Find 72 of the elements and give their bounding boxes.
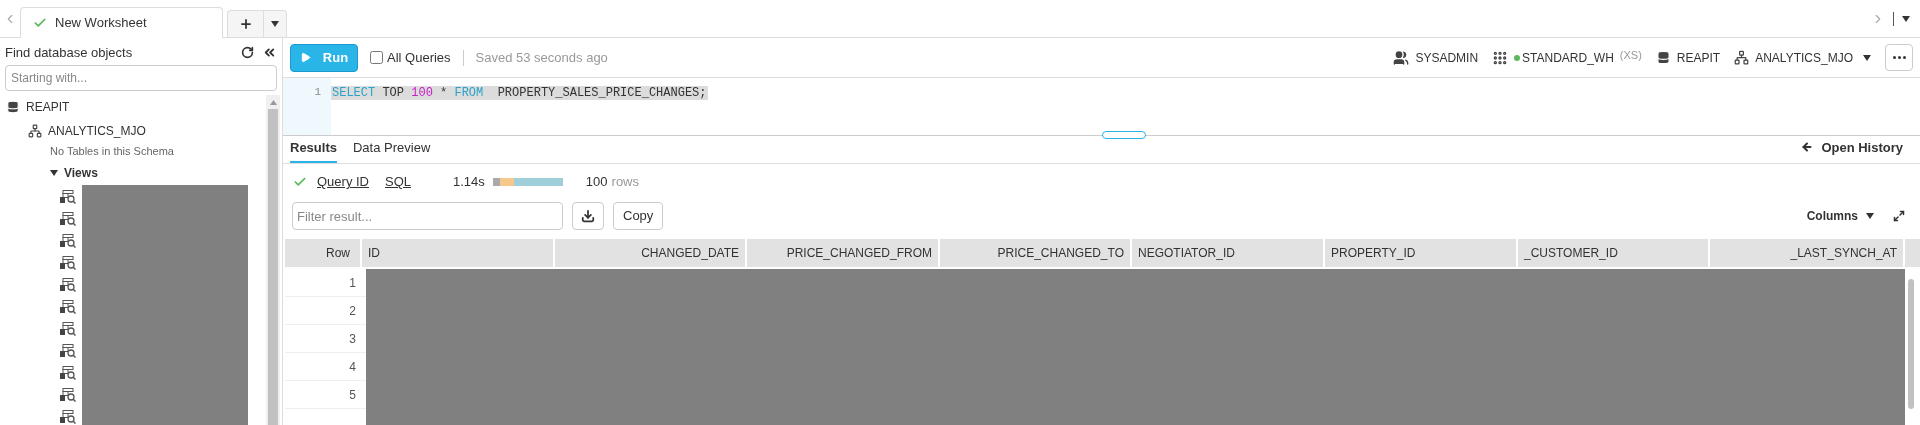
open-history-button[interactable]: Open History xyxy=(1801,137,1903,163)
checkbox-label: All Queries xyxy=(387,48,451,67)
caret-icon xyxy=(1902,16,1910,22)
view-icon xyxy=(60,300,76,314)
view-icon xyxy=(60,366,76,380)
results-tab[interactable]: Data Preview xyxy=(352,137,431,163)
columns-button[interactable]: Columns xyxy=(1806,207,1874,225)
duration: 1.14s xyxy=(453,173,485,192)
column-header[interactable]: CHANGED_DATE xyxy=(555,239,747,267)
arrow-left-icon xyxy=(1801,141,1814,154)
download-icon xyxy=(581,209,595,223)
context-label[interactable]: STANDARD_WH xyxy=(1522,48,1614,67)
timing-bar xyxy=(492,178,563,186)
column-header[interactable]: _LAST_SYNCH_AT xyxy=(1710,239,1905,267)
line-number: 1 xyxy=(314,85,321,100)
refresh-icon[interactable] xyxy=(241,46,254,59)
database-icon xyxy=(1655,50,1671,65)
results-tab[interactable]: Results xyxy=(290,137,337,163)
worksheet-tab[interactable]: New Worksheet xyxy=(20,7,223,38)
tree-item[interactable]: ANALYTICS_MJO xyxy=(48,122,146,140)
tree-item[interactable]: Views xyxy=(64,164,98,182)
scrollbar-thumb[interactable] xyxy=(1908,279,1914,409)
scroll-up-icon[interactable] xyxy=(269,99,277,105)
sql-link[interactable]: SQL xyxy=(385,172,412,192)
tree-item[interactable]: REAPIT xyxy=(26,98,70,116)
column-header: Row xyxy=(285,239,362,267)
view-icon xyxy=(60,278,76,292)
caret-icon xyxy=(1863,54,1871,61)
view-icon xyxy=(60,344,76,358)
scrollbar[interactable] xyxy=(266,95,280,425)
play-icon xyxy=(299,52,311,63)
context-label[interactable]: ANALYTICS_MJO xyxy=(1755,48,1853,67)
view-icon xyxy=(60,256,76,270)
schema-icon xyxy=(28,124,42,138)
resize-handle[interactable] xyxy=(1101,131,1146,139)
view-icon xyxy=(60,234,76,248)
database-icon xyxy=(6,100,20,114)
column-header[interactable]: PROPERTY_ID xyxy=(1325,239,1518,267)
row-unit: rows xyxy=(611,173,639,192)
context-label[interactable]: REAPIT xyxy=(1676,48,1721,67)
view-icon xyxy=(60,212,76,226)
copy-button[interactable]: Copy xyxy=(613,202,664,230)
grid-icon xyxy=(1492,49,1509,66)
size-label: (XS) xyxy=(1619,48,1642,64)
caret-icon xyxy=(271,21,279,27)
all-queries-checkbox[interactable] xyxy=(370,51,383,64)
schema-icon xyxy=(1734,50,1750,65)
empty-note: No Tables in this Schema xyxy=(50,144,175,159)
download-button[interactable] xyxy=(572,202,604,230)
column-header[interactable]: ID xyxy=(362,239,555,267)
sidebar-title: Find database objects xyxy=(5,43,133,62)
context-label[interactable]: SYSADMIN xyxy=(1415,48,1479,67)
row-count: 100 xyxy=(585,173,608,192)
filter-field[interactable]: Filter result... xyxy=(292,202,563,230)
search-field[interactable]: Starting with... xyxy=(5,65,277,91)
column-header[interactable]: NEGOTIATOR_ID xyxy=(1132,239,1325,267)
column-header[interactable]: PRICE_CHANGED_TO xyxy=(940,239,1132,267)
plus-icon xyxy=(238,17,253,31)
collapse-icon[interactable] xyxy=(262,45,277,60)
more-button[interactable] xyxy=(1885,44,1913,71)
caret-icon xyxy=(1866,213,1874,219)
column-header[interactable]: _CUSTOMER_ID xyxy=(1518,239,1710,267)
column-header[interactable]: PRICE_CHANGED_FROM xyxy=(747,239,940,267)
more-icon xyxy=(1892,56,1906,59)
users-icon xyxy=(1393,49,1410,66)
view-icon xyxy=(60,410,76,424)
view-icon xyxy=(60,322,76,336)
view-icon xyxy=(60,388,76,402)
view-icon xyxy=(60,190,76,204)
expand-icon[interactable] xyxy=(1893,210,1905,222)
query-id-link[interactable]: Query ID xyxy=(317,172,369,192)
saved-status: Saved 53 seconds ago xyxy=(475,48,608,67)
